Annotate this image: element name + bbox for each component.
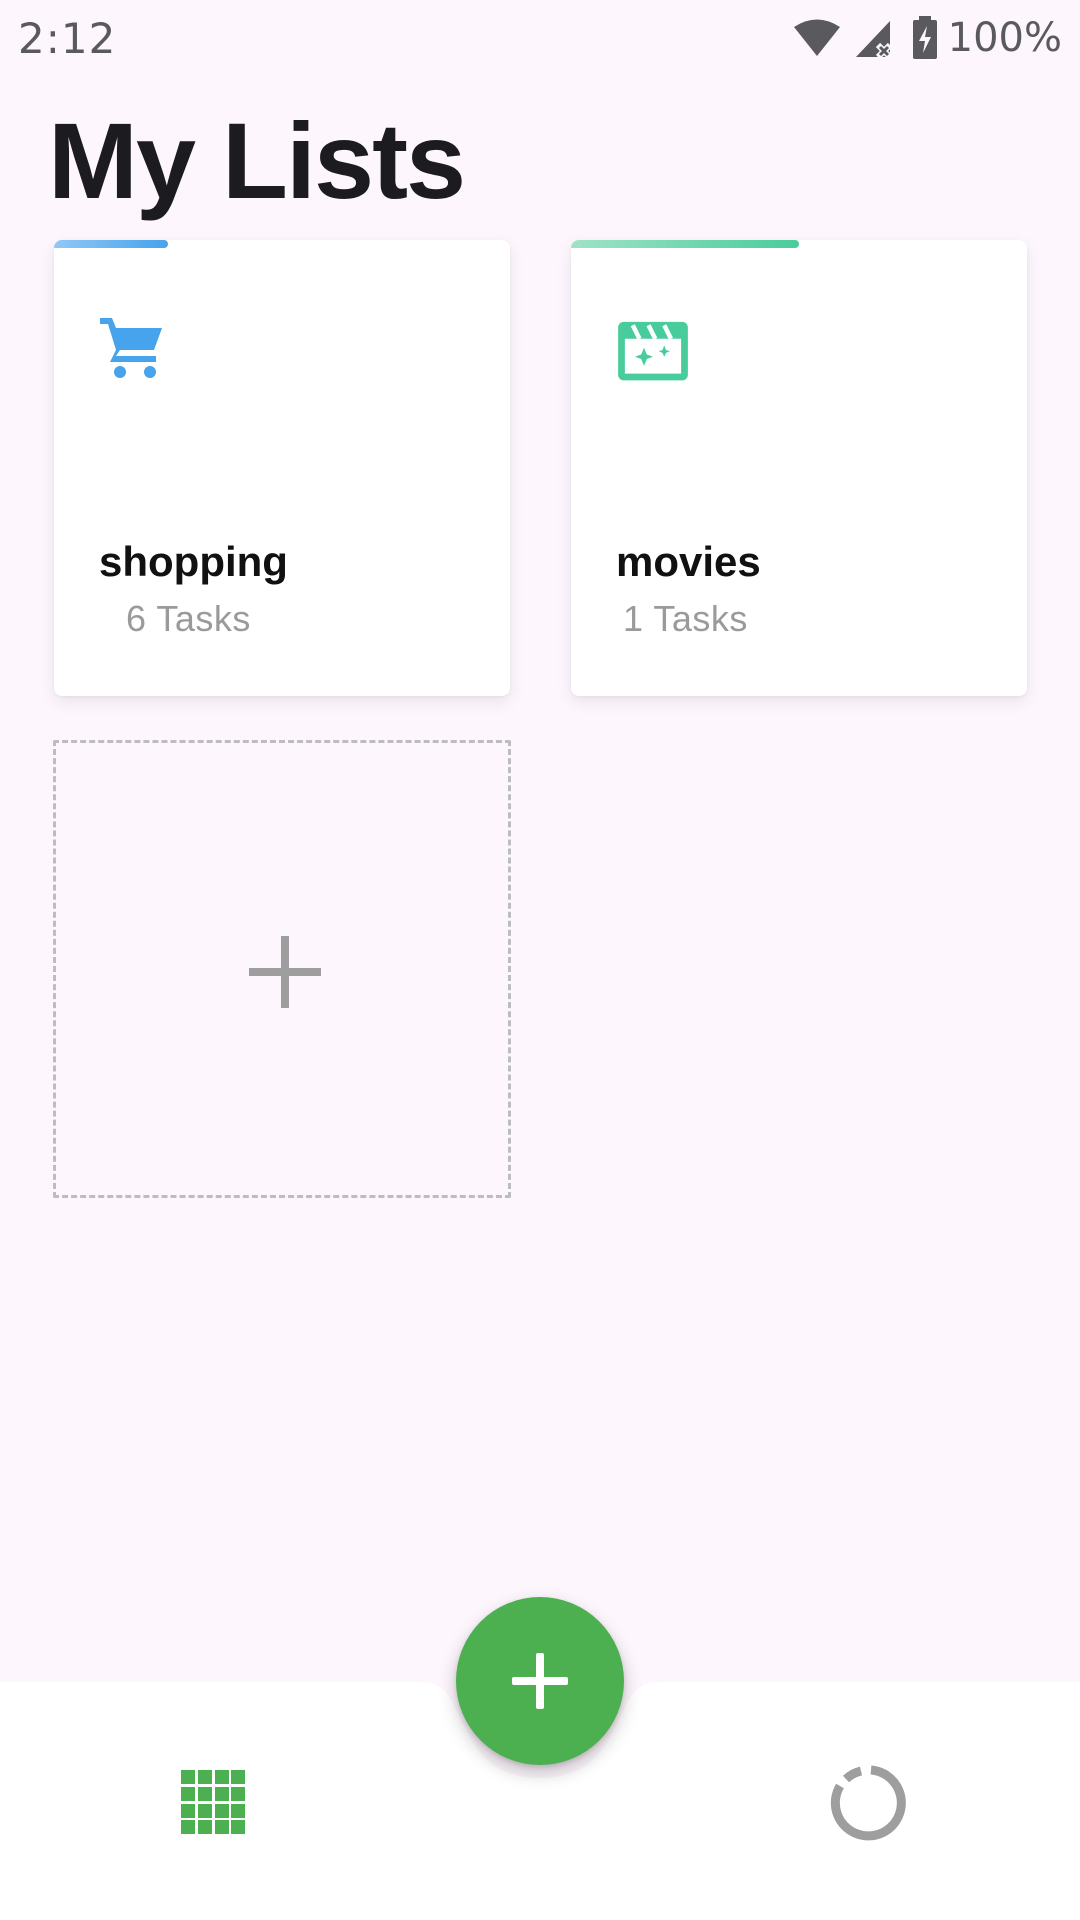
- status-icons: 100%: [792, 12, 1062, 64]
- page-title: My Lists: [48, 100, 466, 221]
- wifi-icon: [793, 19, 840, 56]
- battery-level: 100%: [947, 15, 1062, 61]
- add-fab-button[interactable]: [456, 1597, 624, 1765]
- cart-icon: [100, 318, 162, 378]
- add-list-card[interactable]: [53, 740, 511, 1198]
- list-card-movies[interactable]: movies 1 Tasks: [571, 240, 1027, 696]
- list-task-count: 6 Tasks: [126, 598, 251, 639]
- status-bar: 2:12 100%: [0, 0, 1080, 74]
- battery-charging-icon: [912, 16, 937, 59]
- grid-icon[interactable]: [181, 1770, 245, 1834]
- screen: 2:12 100% My Lists shopping 6 Tasks movi…: [0, 0, 1080, 1920]
- progress-ring-icon[interactable]: [828, 1764, 906, 1842]
- list-name: shopping: [99, 538, 288, 585]
- status-time: 2:12: [18, 14, 117, 63]
- list-task-count: 1 Tasks: [623, 598, 748, 639]
- list-progress-bar: [571, 240, 799, 248]
- movie-icon: [618, 321, 688, 381]
- list-name: movies: [616, 538, 761, 585]
- list-progress-bar: [54, 240, 168, 248]
- list-card-shopping[interactable]: shopping 6 Tasks: [54, 240, 510, 696]
- signal-icon: [855, 21, 892, 59]
